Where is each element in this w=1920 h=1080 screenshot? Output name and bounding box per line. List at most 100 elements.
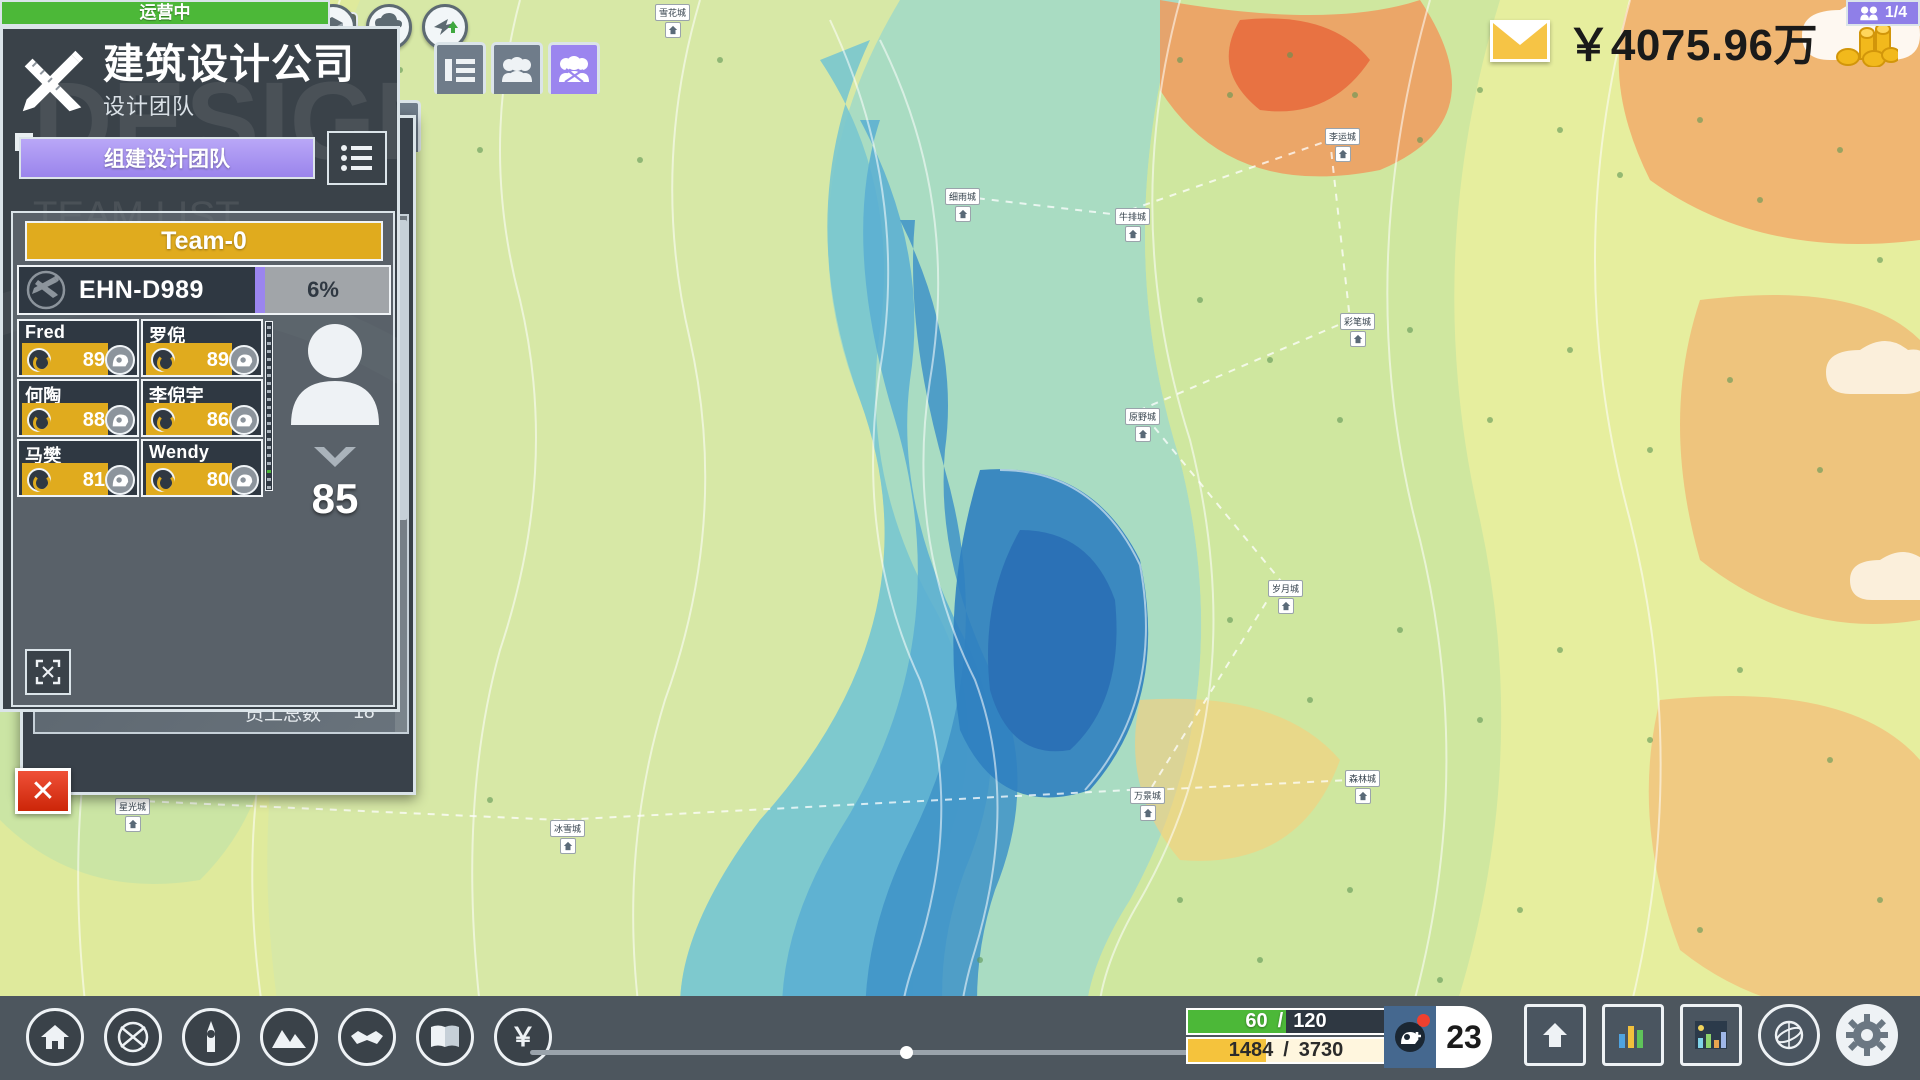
people-icon — [1860, 6, 1878, 21]
map-city-label[interactable]: 李运城 — [1325, 128, 1361, 162]
member-refresh-icon — [151, 468, 175, 492]
member-grid[interactable]: Fred 89 罗倪 89 何陶 88 李倪宇 86 马樊 81 Wendy 80 — [17, 319, 269, 499]
member-score: 89 — [206, 349, 229, 371]
company-subtitle: 设计团队 — [103, 94, 196, 120]
member-head-icon — [105, 345, 135, 375]
progress-fill — [257, 267, 265, 313]
tower-icon[interactable] — [182, 1008, 240, 1066]
member-score: 80 — [206, 469, 229, 491]
globe-cross-icon[interactable] — [104, 1008, 162, 1066]
team-score-value: 85 — [311, 475, 359, 522]
member-score: 89 — [82, 349, 105, 371]
map-city-label[interactable]: 彩笔城 — [1340, 313, 1376, 347]
green-sep: / — [1277, 1010, 1284, 1032]
orange-current: 1484 — [1228, 1039, 1274, 1061]
map-city-label[interactable]: 森林城 — [1345, 770, 1381, 804]
population-badge[interactable]: 23 — [1384, 1006, 1492, 1068]
project-row[interactable]: EHN-D989 6% — [17, 265, 391, 315]
resource-green: 60 / 120 — [1186, 1008, 1386, 1035]
map-city-label[interactable]: 细雨城 — [945, 188, 981, 222]
map-city-label[interactable]: 原野城 — [1125, 408, 1161, 442]
team-list-button[interactable] — [327, 131, 387, 186]
design-actions[interactable]: 组建设计团队 — [3, 125, 397, 186]
member-refresh-icon — [27, 408, 51, 432]
orange-max: 3730 — [1298, 1039, 1344, 1061]
orange-sep: / — [1283, 1039, 1289, 1061]
bottom-right-icons[interactable] — [1524, 1004, 1898, 1066]
member-score: 81 — [82, 469, 105, 491]
fit-view-button[interactable] — [25, 649, 71, 695]
project-name: EHN-D989 — [79, 275, 204, 304]
member-refresh-icon — [27, 468, 51, 492]
globe-sat-icon[interactable] — [1758, 1004, 1820, 1066]
tab-design-team[interactable] — [548, 42, 600, 94]
handshake-icon[interactable] — [338, 1008, 396, 1066]
map-city-label[interactable]: 牛排城 — [1115, 208, 1151, 242]
member-refresh-icon — [27, 348, 51, 372]
team-name: Team-0 — [25, 221, 383, 261]
resource-meters: 60 / 120 1484 / 3730 — [1186, 1008, 1386, 1068]
team-sync-bar — [265, 321, 273, 491]
upload-arrow-icon[interactable] — [1524, 1004, 1586, 1066]
member-head-icon — [105, 405, 135, 435]
company-name: 建筑设计公司 — [103, 41, 355, 87]
team-member-card[interactable]: Fred 89 — [17, 319, 139, 377]
money-display: ￥4075.96万 — [1490, 8, 1898, 74]
rank-arrow-icon — [314, 447, 356, 467]
tab-list[interactable] — [434, 42, 486, 94]
tab-people[interactable] — [491, 42, 543, 94]
team-count-badge: 1/4 — [1846, 0, 1920, 26]
map-city-label[interactable]: 岁月城 — [1268, 580, 1304, 614]
money-amount: ￥4075.96万 — [1566, 21, 1818, 70]
member-score: 88 — [82, 409, 105, 431]
home-icon[interactable] — [26, 1008, 84, 1066]
team-score: 85 — [279, 443, 391, 523]
night-chart-icon[interactable] — [1680, 1004, 1742, 1066]
member-head-icon — [229, 345, 259, 375]
resource-orange: 1484 / 3730 — [1186, 1037, 1386, 1064]
project-progress: 6% — [255, 267, 389, 313]
team-member-card[interactable]: Wendy 80 — [141, 439, 263, 497]
add-person-icon — [1384, 1006, 1436, 1068]
book-icon[interactable] — [416, 1008, 474, 1066]
design-company-body: DESIGN TEAM LIST 建筑设计公司 设计团队 组建设计团队 — [0, 26, 400, 712]
yen-icon[interactable]: ￥ — [494, 1008, 552, 1066]
map-city-label[interactable]: 冰雪城 — [550, 820, 586, 854]
team-member-card[interactable]: 何陶 88 — [17, 379, 139, 437]
mountain-icon[interactable] — [260, 1008, 318, 1066]
population-value: 23 — [1446, 1018, 1482, 1055]
svg-text:￥: ￥ — [510, 1022, 536, 1052]
mail-icon[interactable] — [1490, 20, 1551, 62]
member-name: Fred — [25, 322, 66, 342]
green-max: 120 — [1293, 1010, 1327, 1032]
bar-chart-icon[interactable] — [1602, 1004, 1664, 1066]
timeline-handle[interactable] — [900, 1046, 913, 1059]
green-current: 60 — [1245, 1010, 1268, 1032]
team-count-value: 1/4 — [1884, 4, 1908, 21]
build-team-label: 组建设计团队 — [104, 148, 230, 172]
team-member-card[interactable]: 李倪宇 86 — [141, 379, 263, 437]
member-head-icon — [229, 465, 259, 495]
map-city-label[interactable]: 雪花城 — [655, 4, 691, 38]
member-refresh-icon — [151, 348, 175, 372]
gear-icon[interactable] — [1836, 1004, 1898, 1066]
pencil-ruler-icon — [22, 50, 84, 112]
timeline-slider[interactable] — [530, 1046, 1290, 1059]
build-team-button[interactable]: 组建设计团队 — [15, 133, 315, 180]
bottom-left-icons[interactable]: ￥ — [26, 1008, 552, 1066]
member-refresh-icon — [151, 408, 175, 432]
status-badge: 运营中 — [0, 0, 330, 26]
team-member-card[interactable]: 罗倪 89 — [141, 319, 263, 377]
project-icon — [23, 267, 69, 313]
map-city-label[interactable]: 万景城 — [1130, 787, 1166, 821]
mid-panel-tabs[interactable] — [434, 42, 600, 94]
close-button[interactable]: ✕ — [15, 768, 71, 814]
design-company-header: 建筑设计公司 设计团队 — [3, 29, 397, 125]
notification-dot — [1417, 1014, 1430, 1027]
team-card[interactable]: Team-0 EHN-D989 6% Fred 89 罗倪 89 何陶 88 李倪宇 86 马樊… — [11, 211, 395, 707]
team-member-card[interactable]: 马樊 81 — [17, 439, 139, 497]
member-score: 86 — [206, 409, 229, 431]
green-fill — [1188, 1010, 1286, 1033]
map-city-label[interactable]: 星光城 — [115, 798, 151, 832]
design-company-panel: 运营中 1/4 DESIGN TEAM LIST 建筑设计公司 设计团队 — [0, 0, 1920, 1080]
